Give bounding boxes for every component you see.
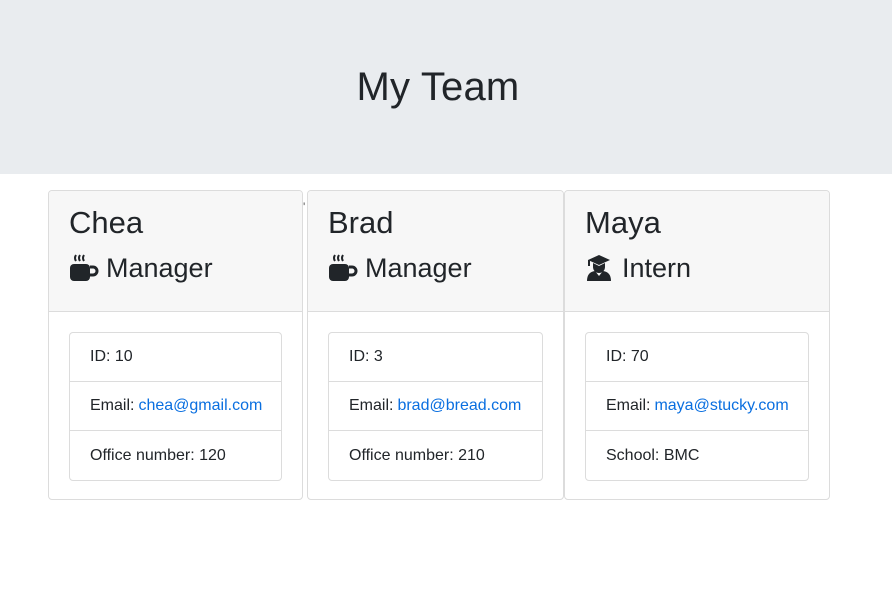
page-header: My Team	[0, 0, 892, 174]
role-label: Manager	[365, 253, 472, 283]
role-label: Manager	[106, 253, 213, 283]
office-number-item: Office number: 120	[90, 446, 226, 464]
stray-mark: '	[303, 200, 306, 214]
employee-card: Brad Manager ID: 3 Email: brad@bread.com…	[307, 190, 564, 500]
email-item: Email: maya@stucky.com	[586, 382, 808, 431]
employee-name: Brad	[328, 205, 394, 240]
details-list: ID: 10 Email: chea@gmail.com Office numb…	[69, 332, 282, 481]
email-link[interactable]: brad@bread.com	[397, 397, 521, 415]
email-item: Email: chea@gmail.com	[70, 382, 281, 431]
details-list: ID: 70 Email: maya@stucky.com School: BM…	[585, 332, 809, 481]
employee-role: Manager	[69, 252, 282, 284]
employee-card: Chea Manager ID: 10 Email: chea@gmail.co…	[48, 190, 303, 500]
card-header: Chea Manager	[49, 191, 302, 312]
details-list: ID: 3 Email: brad@bread.com Office numbe…	[328, 332, 543, 481]
employee-name: Chea	[69, 205, 144, 240]
school-item: School: BMC	[606, 446, 700, 464]
email-label: Email:	[606, 397, 651, 414]
employee-card: Maya Intern ID: 70 Email: maya@stucky.co…	[564, 190, 830, 500]
card-header: Maya Intern	[565, 191, 829, 312]
page-title: My Team	[356, 64, 520, 109]
email-item: Email: brad@bread.com	[329, 382, 542, 431]
id-item: ID: 3	[329, 333, 542, 382]
coffee-mug-icon	[69, 253, 99, 283]
role-label: Intern	[622, 253, 692, 283]
email-link[interactable]: maya@stucky.com	[654, 397, 788, 415]
graduate-icon	[585, 253, 615, 283]
coffee-mug-icon	[328, 253, 358, 283]
employee-role: Intern	[585, 252, 809, 284]
id-item: ID: 10	[70, 333, 281, 382]
office-number-item: Office number: 210	[349, 446, 485, 464]
id-item: ID: 70	[586, 333, 808, 382]
email-label: Email:	[349, 397, 394, 414]
email-link[interactable]: chea@gmail.com	[138, 397, 262, 415]
employee-name: Maya	[585, 205, 661, 240]
email-label: Email:	[90, 397, 135, 414]
employee-role: Manager	[328, 252, 543, 284]
card-header: Brad Manager	[308, 191, 563, 312]
